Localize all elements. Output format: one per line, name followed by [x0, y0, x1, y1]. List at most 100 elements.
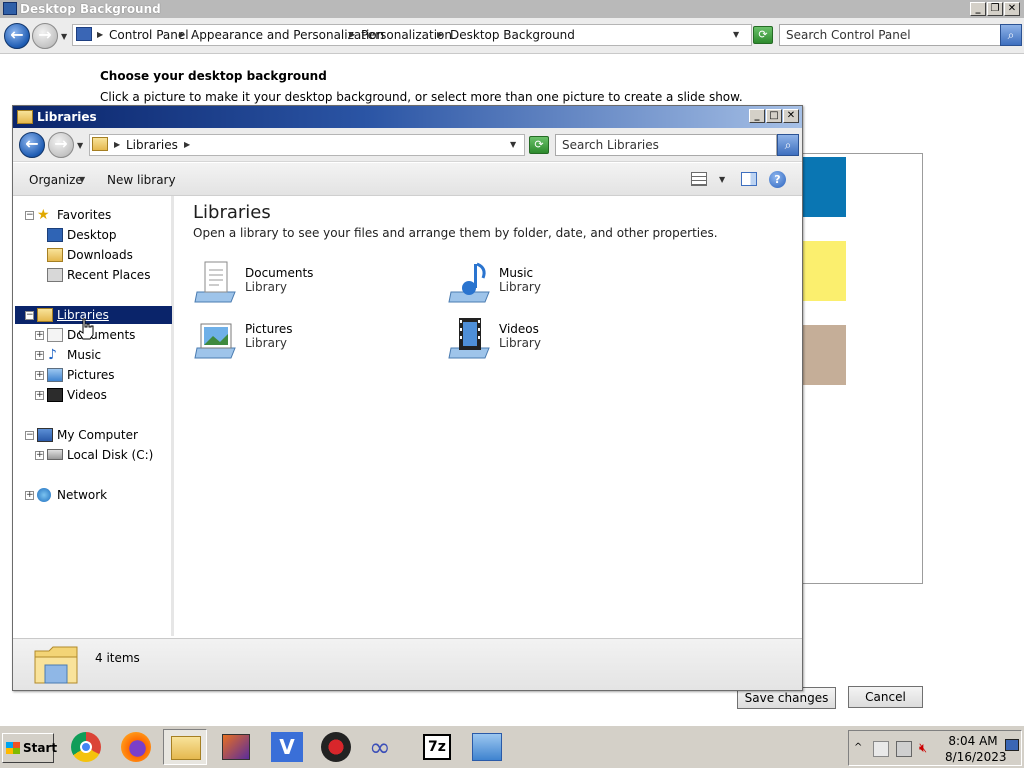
breadcrumb-control-panel[interactable]: Control Panel — [109, 25, 189, 45]
nav-item-pictures[interactable]: + Pictures — [15, 366, 171, 384]
expand-icon[interactable]: + — [35, 391, 44, 400]
breadcrumb-arrow-icon[interactable]: ▶ — [437, 25, 443, 45]
page-heading: Choose your desktop background — [100, 69, 327, 83]
help-icon[interactable]: ? — [769, 171, 786, 188]
nav-item-local-disk[interactable]: + Local Disk (C:) — [15, 446, 171, 464]
maximize-button[interactable]: □ — [766, 109, 782, 123]
libraries-titlebar[interactable]: Libraries _ □ ✕ — [13, 106, 802, 128]
desktop-icon — [47, 228, 63, 242]
background-window-titlebar[interactable]: Desktop Background _ ❐ ✕ — [0, 0, 1024, 18]
breadcrumb-arrow-icon[interactable]: ▶ — [184, 135, 190, 155]
network-status-icon[interactable] — [896, 741, 912, 757]
refresh-icon[interactable]: ⟳ — [529, 136, 549, 154]
search-icon[interactable]: ⌕ — [1000, 24, 1022, 46]
new-library-button[interactable]: New library — [107, 172, 176, 188]
breadcrumb-appearance[interactable]: Appearance and Personalization — [191, 25, 384, 45]
breadcrumb-arrow-icon[interactable]: ▶ — [97, 25, 103, 45]
library-type: Library — [499, 336, 541, 350]
close-button[interactable]: ✕ — [1004, 2, 1020, 16]
search-libraries-input[interactable]: Search Libraries — [555, 134, 777, 156]
organize-dropdown-icon[interactable]: ▼ — [79, 175, 85, 184]
breadcrumb-arrow-icon[interactable]: ▶ — [114, 135, 120, 155]
refresh-icon[interactable]: ⟳ — [753, 26, 773, 44]
view-dropdown-icon[interactable]: ▼ — [719, 175, 725, 184]
taskbar-firefox[interactable] — [114, 729, 158, 765]
libraries-window-title: Libraries — [37, 110, 97, 124]
collapse-icon[interactable]: − — [25, 211, 34, 220]
library-item-pictures[interactable]: Pictures Library — [193, 314, 423, 364]
forward-button[interactable]: → — [32, 23, 58, 49]
taskbar-infinity-app[interactable]: ∞ — [364, 729, 408, 765]
clock-date[interactable]: 8/16/2023 — [945, 750, 1007, 764]
search-icon[interactable]: ⌕ — [777, 134, 799, 156]
library-type: Library — [499, 280, 541, 294]
nav-item-videos[interactable]: + Videos — [15, 386, 171, 404]
back-button[interactable]: ← — [19, 132, 45, 158]
back-button[interactable]: ← — [4, 23, 30, 49]
nav-item-label: Desktop — [67, 228, 117, 242]
library-item-music[interactable]: Music Library — [447, 258, 677, 308]
expand-icon[interactable]: + — [35, 351, 44, 360]
taskbar-paint[interactable] — [213, 729, 257, 765]
navigation-pane: − ★ Favorites Desktop Downloads Recent P… — [15, 196, 174, 636]
nav-network[interactable]: + Network — [15, 486, 171, 504]
nav-favorites[interactable]: − ★ Favorites — [15, 206, 171, 224]
recent-pages-arrow-icon[interactable]: ▼ — [77, 141, 83, 150]
volume-muted-icon[interactable]: 🔇︎ — [919, 741, 935, 757]
wallpaper-thumbnail[interactable] — [800, 241, 846, 301]
libraries-folder-icon — [92, 137, 108, 151]
nav-item-music[interactable]: + ♪ Music — [15, 346, 171, 364]
library-name: Pictures — [245, 322, 293, 336]
breadcrumb-arrow-icon[interactable]: ▶ — [349, 25, 355, 45]
breadcrumb-desktop-background[interactable]: Desktop Background — [450, 25, 575, 45]
desktop-monitor-icon[interactable] — [1005, 739, 1019, 751]
expand-icon[interactable]: + — [35, 371, 44, 380]
nav-my-computer[interactable]: − My Computer — [15, 426, 171, 444]
taskbar-control-panel[interactable] — [464, 729, 508, 765]
pictures-icon — [47, 368, 63, 382]
start-button[interactable]: Start — [2, 733, 57, 763]
taskbar-obs[interactable] — [314, 729, 358, 765]
videos-library-icon — [448, 318, 490, 359]
search-control-panel-input[interactable]: Search Control Panel — [779, 24, 1001, 46]
collapse-icon[interactable]: − — [25, 431, 34, 440]
address-field[interactable]: ▶ Libraries ▶ ▼ — [89, 134, 525, 156]
collapse-icon[interactable]: − — [25, 311, 34, 320]
expand-icon[interactable]: + — [25, 491, 34, 500]
address-dropdown-icon[interactable]: ▼ — [510, 140, 516, 149]
nav-item-downloads[interactable]: Downloads — [15, 246, 171, 264]
preview-pane-icon[interactable] — [741, 172, 757, 186]
organize-button[interactable]: Organize — [29, 172, 83, 188]
content-pane: Libraries Open a library to see your fil… — [177, 196, 801, 636]
chrome-center — [80, 741, 92, 753]
taskbar-7zip[interactable]: 7z — [414, 729, 458, 765]
change-view-icon[interactable] — [691, 172, 707, 186]
restore-button[interactable]: ❐ — [987, 2, 1003, 16]
taskbar-explorer[interactable] — [163, 729, 207, 765]
recent-pages-arrow-icon[interactable]: ▼ — [61, 32, 67, 41]
computer-icon — [37, 428, 53, 442]
expand-icon[interactable]: + — [35, 331, 44, 340]
breadcrumb-libraries[interactable]: Libraries — [126, 135, 178, 155]
show-hidden-icons-icon[interactable]: ^ — [854, 742, 862, 753]
nav-item-desktop[interactable]: Desktop — [15, 226, 171, 244]
forward-button[interactable]: → — [48, 132, 74, 158]
address-dropdown-icon[interactable]: ▼ — [733, 30, 739, 39]
breadcrumb-arrow-icon[interactable]: ▶ — [179, 25, 185, 45]
minimize-button[interactable]: _ — [970, 2, 986, 16]
cancel-button[interactable]: Cancel — [848, 686, 923, 708]
address-field[interactable]: ▶ Control Panel ▶ Appearance and Persona… — [72, 24, 752, 46]
taskbar-chrome[interactable] — [64, 729, 108, 765]
expand-icon[interactable]: + — [35, 451, 44, 460]
clock-time[interactable]: 8:04 AM — [945, 734, 1001, 748]
action-center-flag-icon[interactable] — [873, 741, 889, 757]
wallpaper-thumbnail[interactable] — [800, 157, 846, 217]
disk-drive-icon — [47, 449, 63, 460]
taskbar-v-app[interactable]: V — [264, 729, 308, 765]
wallpaper-thumbnail[interactable] — [800, 325, 846, 385]
library-item-documents[interactable]: Documents Library — [193, 258, 423, 308]
minimize-button[interactable]: _ — [749, 109, 765, 123]
nav-item-recent-places[interactable]: Recent Places — [15, 266, 171, 284]
library-item-videos[interactable]: Videos Library — [447, 314, 677, 364]
close-button[interactable]: ✕ — [783, 109, 799, 123]
